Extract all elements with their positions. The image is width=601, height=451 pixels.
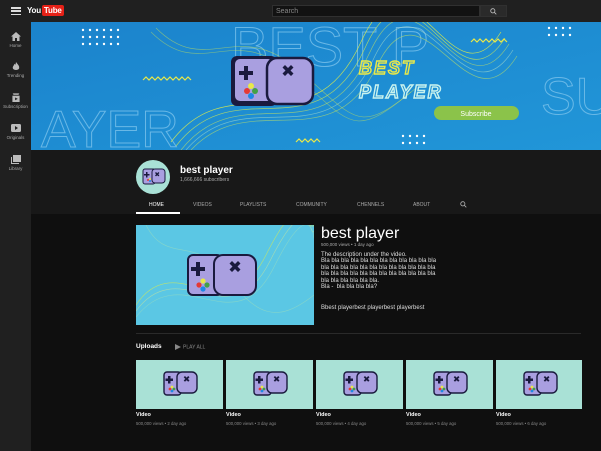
search-icon <box>490 7 497 15</box>
uploads-heading[interactable]: Uploads <box>136 343 162 350</box>
sidebar-item-originals[interactable]: Originals <box>0 124 31 140</box>
home-icon <box>10 32 21 41</box>
video-title[interactable]: Video <box>226 412 241 418</box>
menu-icon[interactable] <box>11 7 21 16</box>
banner-bg-text-2: AYER <box>41 101 179 150</box>
banner-bg-text-3: SU <box>541 68 601 126</box>
thumbnail-bp-logo <box>433 371 468 396</box>
bp-logo <box>231 56 315 106</box>
video-thumbnail[interactable] <box>226 360 313 409</box>
sidebar <box>0 22 31 451</box>
avatar-logo <box>142 168 166 185</box>
logo-tube-text: Tube <box>41 5 64 16</box>
subscriptions-icon <box>11 93 20 102</box>
featured-video-description: The description under the video. Bla bla… <box>321 252 491 290</box>
thumbnail-bp-logo <box>163 371 198 396</box>
video-thumbnail[interactable] <box>406 360 493 409</box>
sidebar-item-trending[interactable]: Trending <box>0 62 31 78</box>
tab-playlists[interactable]: PLAYLISTS <box>240 202 266 208</box>
thumbnail-bp-logo <box>523 371 558 396</box>
sidebar-item-subscription[interactable]: Subscription <box>0 93 31 109</box>
channel-subscribers: 1,666,666 subscribers <box>180 177 230 183</box>
play-all-button[interactable]: PLAY ALL <box>175 344 205 350</box>
video-meta: 500,000 views • 2 day ago <box>136 421 187 426</box>
featured-video-tags: Bbest playerbest playerbest playerbest <box>321 305 425 311</box>
tab-home[interactable]: HOME <box>149 202 164 208</box>
banner-subscribe-label: Subscribe <box>460 111 491 118</box>
tab-videos[interactable]: VIDEOS <box>193 202 212 208</box>
featured-video-player[interactable] <box>136 225 314 325</box>
fire-icon <box>12 62 19 70</box>
sidebar-item-label: Library <box>8 166 23 171</box>
tab-about[interactable]: ABOUT <box>413 202 430 208</box>
sidebar-item-label: Originals <box>6 135 25 140</box>
video-title[interactable]: Video <box>406 412 421 418</box>
video-thumbnail[interactable] <box>136 360 223 409</box>
video-meta: 500,000 views • 3 day ago <box>226 421 277 426</box>
thumbnail-bp-logo <box>253 371 288 396</box>
sidebar-item-label: Home <box>9 43 22 48</box>
banner-title-line1: BEST <box>359 58 415 78</box>
sidebar-item-label: Trending <box>6 73 25 78</box>
thumbnail-bp-logo <box>343 371 378 396</box>
avatar[interactable] <box>136 160 170 194</box>
search-button[interactable] <box>480 5 507 17</box>
banner-art: BEST P AYER SU BEST PLAYER Subscribe <box>31 22 601 150</box>
section-divider <box>136 333 581 334</box>
banner-title-line2: PLAYER <box>359 82 443 102</box>
video-title[interactable]: Video <box>316 412 331 418</box>
sidebar-item-library[interactable]: Library <box>0 155 31 171</box>
video-meta: 500,000 views • 6 day ago <box>496 421 547 426</box>
video-title[interactable]: Video <box>496 412 511 418</box>
youtube-logo[interactable]: You Tube <box>27 5 64 16</box>
play-all-label: PLAY ALL <box>183 344 206 351</box>
sidebar-item-home[interactable]: Home <box>0 32 31 48</box>
description-line: Bla - bla bla bla bla? <box>321 284 378 291</box>
channel-name: best player <box>180 165 233 176</box>
channel-banner: BEST P AYER SU BEST PLAYER Subscribe <box>31 22 601 150</box>
video-meta: 500,000 views • 4 day ago <box>316 421 367 426</box>
tab-channels[interactable]: CHENNELS <box>357 202 384 208</box>
featured-video-title[interactable]: best player <box>321 225 399 243</box>
featured-video-meta: 500,000 views • 1 day ago <box>321 242 374 247</box>
tab-community[interactable]: COMMUNITY <box>296 202 327 208</box>
video-thumbnail[interactable] <box>496 360 582 409</box>
library-icon <box>10 155 21 164</box>
banner-subscribe-button[interactable]: Subscribe <box>434 106 519 120</box>
logo-you-text: You <box>27 6 41 15</box>
play-icon <box>175 344 181 350</box>
video-thumbnail[interactable] <box>316 360 403 409</box>
featured-video-thumbnail <box>136 225 314 325</box>
channel-search-icon[interactable] <box>460 201 467 208</box>
search-input[interactable]: Search <box>272 5 480 17</box>
originals-icon <box>10 124 21 132</box>
video-meta: 500,000 views • 5 day ago <box>406 421 457 426</box>
video-title[interactable]: Video <box>136 412 151 418</box>
sidebar-item-label: Subscription <box>3 104 28 109</box>
